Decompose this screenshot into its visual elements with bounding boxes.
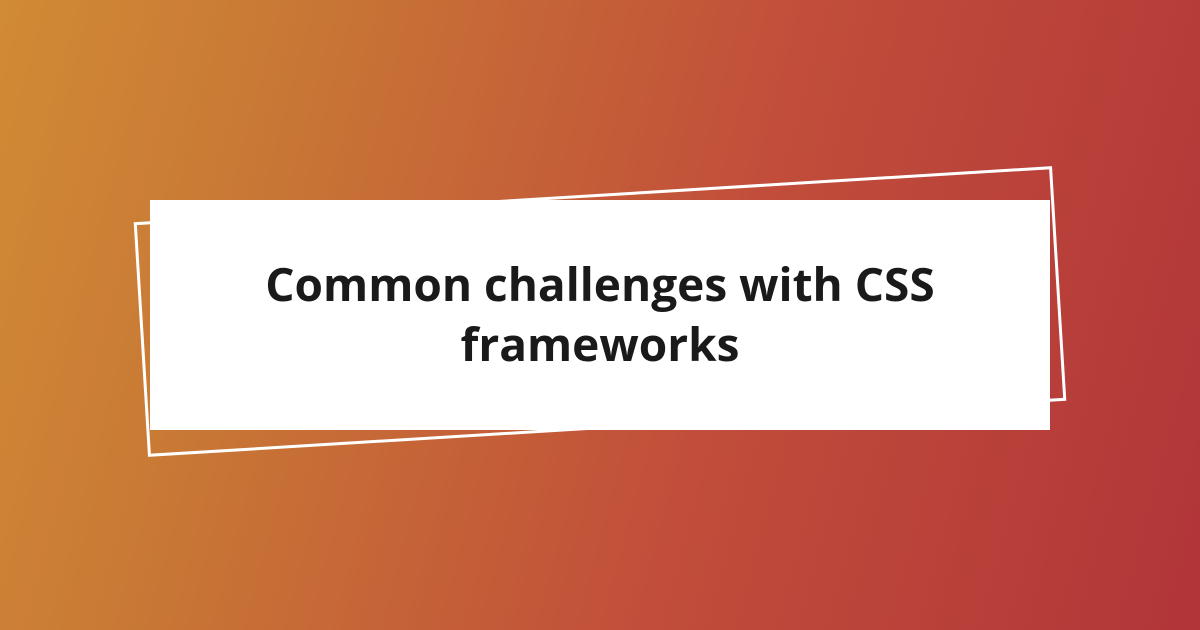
title-card-wrapper: Common challenges with CSS frameworks [150,200,1050,430]
page-title: Common challenges with CSS frameworks [210,255,990,375]
title-card: Common challenges with CSS frameworks [150,200,1050,430]
